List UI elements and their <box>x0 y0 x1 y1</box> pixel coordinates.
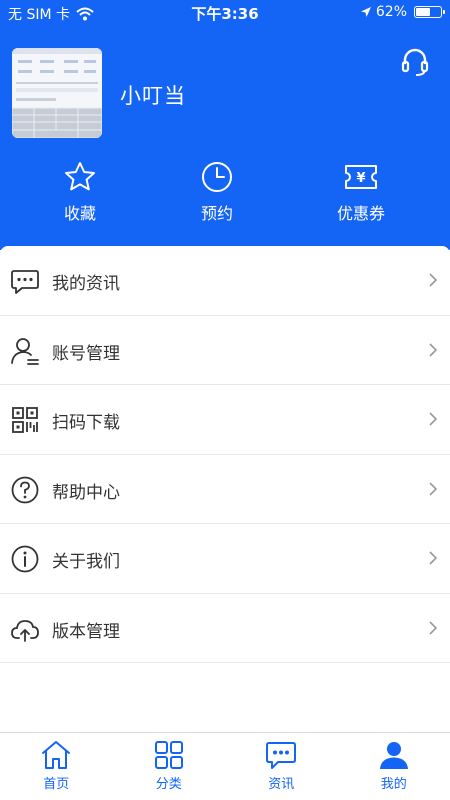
menu-item-version[interactable]: 版本管理 <box>0 594 450 663</box>
quick-action-label: 预约 <box>200 204 233 223</box>
tab-label: 首页 <box>43 777 70 792</box>
help-icon <box>11 476 39 503</box>
avatar-image <box>12 48 102 138</box>
bottom-tab-bar: 首页 分类 资讯 我的 <box>0 732 450 800</box>
info-icon <box>11 545 39 573</box>
quick-action-label: 收藏 <box>63 204 96 223</box>
chevron-right-icon <box>429 481 438 496</box>
avatar[interactable] <box>12 48 102 138</box>
cloud-upload-icon <box>11 619 39 642</box>
headset-icon[interactable] <box>400 46 430 76</box>
tab-mine[interactable]: 我的 <box>338 733 450 800</box>
chevron-right-icon <box>429 551 438 565</box>
chevron-right-icon <box>429 273 438 287</box>
chevron-right-icon <box>429 620 438 635</box>
coupon-icon: ¥ <box>345 165 377 189</box>
menu-item-my-news[interactable]: 我的资讯 <box>0 246 450 316</box>
message-icon <box>11 270 39 294</box>
tab-label: 资讯 <box>268 777 295 792</box>
tab-category[interactable]: 分类 <box>113 733 226 800</box>
menu-item-label: 我的资讯 <box>52 274 120 294</box>
menu-item-label: 扫码下载 <box>52 413 120 433</box>
svg-text:¥: ¥ <box>356 171 365 186</box>
battery-icon <box>414 6 445 18</box>
quick-action-coupons[interactable]: ¥ 优惠券 <box>311 160 411 224</box>
menu-item-label: 关于我们 <box>52 552 120 572</box>
quick-action-label: 优惠券 <box>336 204 385 223</box>
battery-fill <box>416 8 431 16</box>
battery-text: 62% <box>375 4 407 20</box>
menu-item-account[interactable]: 账号管理 <box>0 316 450 385</box>
clock-icon <box>202 162 232 192</box>
grid-icon <box>154 741 183 769</box>
home-icon <box>42 741 71 769</box>
menu-item-help[interactable]: 帮助中心 <box>0 455 450 524</box>
menu-item-label: 账号管理 <box>52 343 120 364</box>
user-manage-icon <box>11 337 39 365</box>
tab-label: 分类 <box>155 777 182 792</box>
quick-action-favorites[interactable]: 收藏 <box>30 160 130 224</box>
tab-news[interactable]: 资讯 <box>225 733 338 800</box>
chat-icon <box>266 742 297 769</box>
menu-item-label: 版本管理 <box>52 621 120 642</box>
quick-action-appointment[interactable]: 预约 <box>167 160 267 224</box>
tab-home[interactable]: 首页 <box>0 733 113 800</box>
chevron-right-icon <box>429 342 438 357</box>
status-bar: 无 SIM 卡 下午3:36 62% <box>0 0 450 24</box>
qrcode-icon <box>12 407 38 433</box>
menu-list: 我的资讯 账号管理 扫码下载 帮助中心 关于我们 版本管理 <box>0 246 450 663</box>
status-right: 62% <box>360 4 445 20</box>
star-icon <box>65 162 95 191</box>
person-icon <box>379 742 408 769</box>
chevron-right-icon <box>429 412 438 426</box>
menu-item-scan-download[interactable]: 扫码下载 <box>0 385 450 455</box>
menu-item-label: 帮助中心 <box>52 482 120 503</box>
quick-actions: 收藏 预约 ¥ 优惠券 <box>0 160 450 230</box>
username: 小叮当 <box>120 84 186 108</box>
profile-header: 小叮当 收藏 预约 ¥ 优惠券 <box>0 24 450 250</box>
menu-item-about[interactable]: 关于我们 <box>0 524 450 594</box>
tab-label: 我的 <box>380 777 407 792</box>
location-arrow-icon <box>360 7 371 17</box>
